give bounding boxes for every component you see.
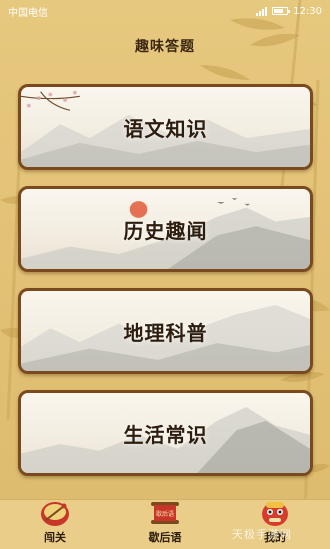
- watermark-text: 天极手游网: [232, 528, 292, 541]
- carrier-label: 中国电信: [8, 7, 48, 19]
- page-title: 趣味答题: [135, 39, 195, 55]
- scroll-icon: 歇后语: [148, 498, 182, 528]
- category-card-chinese[interactable]: 语文知识: [18, 84, 313, 170]
- bottom-tab-bar: 闯关 歇后语 歇后语 我的 天极手游网: [0, 499, 330, 549]
- category-label: 历史趣闻: [123, 218, 208, 243]
- drum-icon: [38, 498, 72, 528]
- category-label: 地理科普: [123, 320, 208, 345]
- status-bar: 中国电信 12:30: [0, 0, 330, 22]
- lion-dance-icon: [258, 498, 292, 528]
- category-label: 语文知识: [123, 116, 208, 141]
- tab-challenge[interactable]: 闯关: [15, 498, 95, 545]
- battery-icon: [272, 7, 291, 15]
- tab-xiehouyu[interactable]: 歇后语 歇后语: [125, 498, 205, 545]
- category-card-life[interactable]: 生活常识: [18, 390, 313, 476]
- scroll-badge-text: 歇后语: [156, 510, 174, 518]
- category-label: 生活常识: [123, 422, 208, 447]
- signal-icon: [256, 6, 268, 16]
- category-card-history[interactable]: 历史趣闻: [18, 186, 313, 272]
- category-card-geography[interactable]: 地理科普: [18, 288, 313, 374]
- clock-time: 12:30: [293, 5, 322, 17]
- tab-label: 闯关: [44, 531, 66, 544]
- tab-label: 歇后语: [148, 531, 182, 544]
